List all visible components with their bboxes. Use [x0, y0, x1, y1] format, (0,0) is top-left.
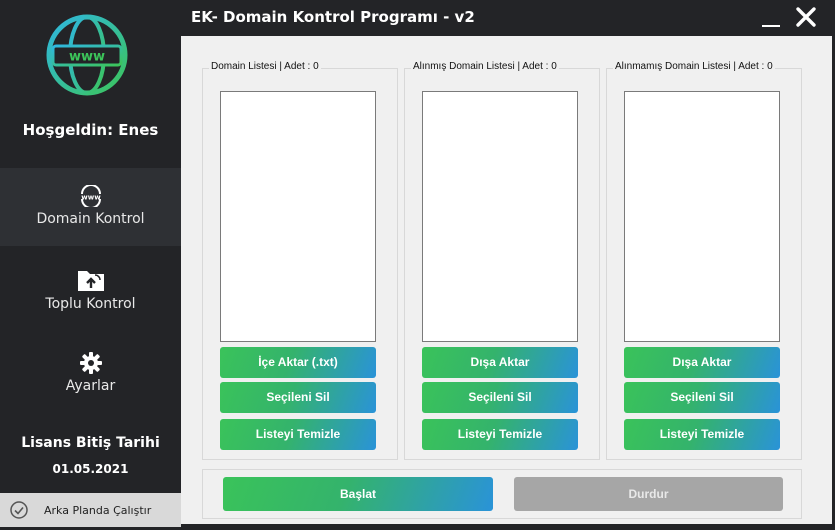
domain-listbox[interactable] [220, 91, 376, 342]
title-bar: EK- Domain Kontrol Programı - v2 [181, 0, 835, 36]
app-window: www Hoşgeldin: Enes www Domain Kontrol T… [0, 0, 835, 530]
import-txt-button[interactable]: İçe Aktar (.txt) [220, 347, 376, 378]
clear-list-button[interactable]: Listeyi Temizle [220, 419, 376, 450]
delete-selected-button[interactable]: Seçileni Sil [220, 382, 376, 413]
background-run-label: Arka Planda Çalıştır [44, 503, 152, 517]
export-button[interactable]: Dışa Aktar [422, 347, 578, 378]
delete-selected-button[interactable]: Seçileni Sil [422, 382, 578, 413]
nav-item-ayarlar[interactable]: Ayarlar [0, 352, 181, 396]
group-title: Domain Listesi | Adet : 0 [209, 61, 321, 72]
export-button[interactable]: Dışa Aktar [624, 347, 780, 378]
minimize-icon [762, 25, 780, 27]
available-domain-listbox[interactable] [624, 91, 780, 342]
group-domain-list: Domain Listesi | Adet : 0 İçe Aktar (.tx… [202, 61, 398, 460]
license-date: 01.05.2021 [52, 462, 129, 476]
license-label: Lisans Bitiş Tarihi [21, 435, 160, 451]
action-group: Başlat Durdur [202, 469, 802, 519]
group-title: Alınmış Domain Listesi | Adet : 0 [411, 61, 559, 72]
www-icon: www [80, 185, 101, 207]
group-title: Alınmamış Domain Listesi | Adet : 0 [613, 61, 775, 72]
minimize-button[interactable] [760, 4, 784, 30]
background-run-toggle[interactable]: Arka Planda Çalıştır [0, 493, 181, 527]
group-available-domain-list: Alınmamış Domain Listesi | Adet : 0 Dışa… [606, 61, 802, 460]
main-content: Domain Listesi | Adet : 0 İçe Aktar (.tx… [181, 36, 832, 524]
folder-upload-icon [77, 271, 104, 291]
check-circle-icon [10, 501, 28, 519]
stop-button[interactable]: Durdur [514, 477, 783, 511]
close-button[interactable] [793, 4, 819, 30]
svg-text:www: www [81, 194, 101, 202]
welcome-text: Hoşgeldin: Enes [22, 121, 159, 139]
close-icon [796, 7, 816, 27]
nav-item-domain-kontrol[interactable]: www Domain Kontrol [0, 168, 181, 246]
group-taken-domain-list: Alınmış Domain Listesi | Adet : 0 Dışa A… [404, 61, 600, 460]
delete-selected-button[interactable]: Seçileni Sil [624, 382, 780, 413]
window-title: EK- Domain Kontrol Programı - v2 [191, 8, 475, 26]
logo-text: www [69, 50, 105, 65]
clear-list-button[interactable]: Listeyi Temizle [422, 419, 578, 450]
www-globe-logo-icon: www [46, 14, 128, 96]
nav-item-toplu-kontrol[interactable]: Toplu Kontrol [0, 268, 181, 320]
nav-label: Toplu Kontrol [45, 296, 136, 312]
taken-domain-listbox[interactable] [422, 91, 578, 342]
gear-icon [79, 352, 102, 374]
nav-label: Ayarlar [65, 378, 116, 394]
clear-list-button[interactable]: Listeyi Temizle [624, 419, 780, 450]
start-button[interactable]: Başlat [223, 477, 493, 511]
sidebar: www Hoşgeldin: Enes www Domain Kontrol T… [0, 0, 181, 530]
nav-label: Domain Kontrol [36, 211, 145, 227]
